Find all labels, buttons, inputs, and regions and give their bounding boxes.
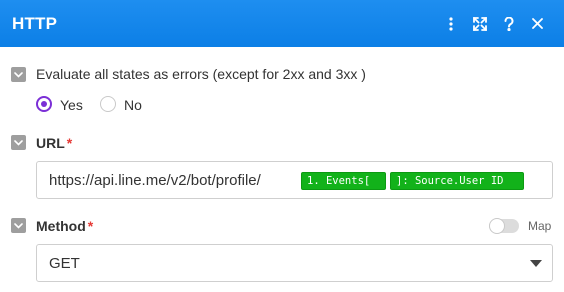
url-input[interactable]: https://api.line.me/v2/bot/profile/ 1. E… (36, 161, 553, 199)
url-collapse-toggle[interactable] (11, 135, 26, 150)
method-label: Method * (36, 218, 93, 234)
chevron-down-icon (14, 139, 23, 146)
radio-yes[interactable] (36, 96, 52, 112)
evaluate-label: Evaluate all states as errors (except fo… (36, 66, 366, 82)
module-title: HTTP (12, 13, 58, 33)
dropdown-caret-icon (530, 260, 542, 267)
mapped-token[interactable]: 1. Events[ (301, 172, 386, 190)
url-static-text: https://api.line.me/v2/bot/profile/ (49, 172, 261, 189)
more-options-button[interactable] (436, 9, 465, 38)
expand-icon (472, 16, 487, 31)
module-header: HTTP (0, 0, 564, 47)
more-icon (448, 16, 453, 31)
map-toggle[interactable] (489, 218, 519, 234)
mapped-token[interactable]: ]: Source.User ID (390, 172, 524, 190)
map-label: Map (528, 219, 552, 233)
help-button[interactable] (494, 9, 523, 38)
method-collapse-toggle[interactable] (11, 218, 26, 233)
url-label: URL * (36, 135, 72, 151)
chevron-down-icon (14, 71, 23, 78)
method-label-text: Method (36, 218, 86, 234)
url-label-text: URL (36, 135, 65, 151)
expand-button[interactable] (465, 9, 494, 38)
method-selected-value: GET (49, 255, 80, 272)
help-icon (504, 16, 513, 31)
required-mark: * (87, 218, 94, 234)
close-button[interactable] (523, 9, 552, 38)
radio-no[interactable] (100, 96, 116, 112)
required-mark: * (66, 135, 73, 151)
radio-yes-label[interactable]: Yes (60, 97, 83, 113)
radio-no-label[interactable]: No (124, 97, 142, 113)
close-icon (532, 18, 543, 29)
chevron-down-icon (14, 222, 23, 229)
method-select[interactable]: GET (36, 244, 553, 282)
evaluate-collapse-toggle[interactable] (11, 67, 26, 82)
